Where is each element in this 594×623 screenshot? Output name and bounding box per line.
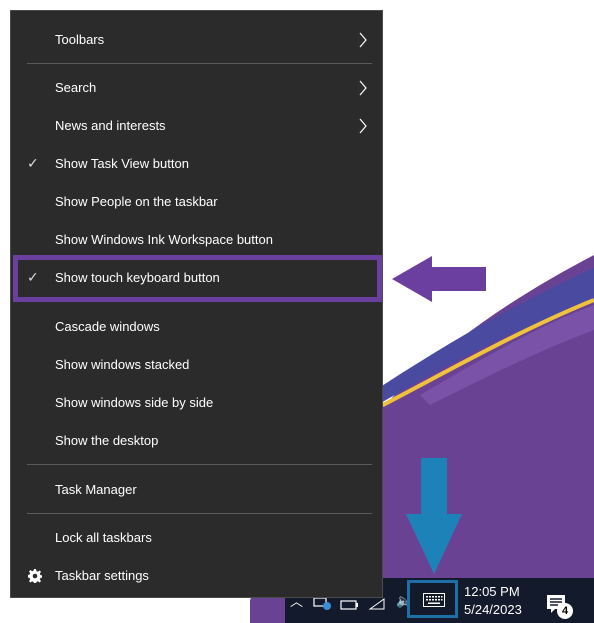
menu-item-lock-all-taskbars[interactable]: Lock all taskbars (11, 519, 382, 557)
menu-item-label: Show windows side by side (55, 395, 214, 410)
wifi-icon[interactable] (368, 597, 386, 611)
menu-item-show-people-on-the-taskbar[interactable]: Show People on the taskbar (11, 183, 382, 221)
menu-item-label: Search (55, 80, 97, 95)
menu-item-task-manager[interactable]: Task Manager (11, 471, 382, 509)
checkmark-icon: ✓ (27, 156, 39, 172)
menu-item-label: Toolbars (55, 32, 105, 47)
menu-item-label: Cascade windows (55, 319, 160, 334)
menu-item-label: Lock all taskbars (55, 530, 152, 545)
menu-item-label: Show Windows Ink Workspace button (55, 232, 273, 247)
menu-item-toolbars[interactable]: Toolbars (11, 21, 382, 59)
menu-item-label: Task Manager (55, 482, 137, 497)
menu-item-cascade-windows[interactable]: Cascade windows (11, 308, 382, 346)
menu-item-label: Show People on the taskbar (55, 194, 218, 209)
menu-item-taskbar-settings[interactable]: Taskbar settings (11, 557, 382, 595)
menu-item-show-the-desktop[interactable]: Show the desktop (11, 422, 382, 460)
menu-item-show-task-view-button[interactable]: ✓ Show Task View button (11, 145, 382, 183)
highlight-box (13, 255, 382, 302)
menu-item-search[interactable]: Search (11, 69, 382, 107)
clock-date: 5/24/2023 (464, 602, 522, 617)
chevron-right-icon (359, 32, 367, 48)
notification-count-badge: 4 (557, 603, 573, 619)
menu-separator (27, 464, 372, 465)
arrow-left-icon (392, 256, 486, 302)
taskbar-context-menu: Toolbars Search News and interests ✓ Show Ta… (10, 10, 383, 598)
menu-separator (27, 63, 372, 64)
screenshot-root: ︿ 🔈 12:05 PM 5/24/2023 4 Toolbars Search… (0, 0, 594, 623)
touch-keyboard-button[interactable] (407, 580, 458, 618)
menu-item-label: Show the desktop (55, 433, 159, 448)
gear-icon (28, 569, 42, 583)
menu-item-show-windows-ink-workspace-button[interactable]: Show Windows Ink Workspace button (11, 221, 382, 259)
menu-item-show-windows-side-by-side[interactable]: Show windows side by side (11, 384, 382, 422)
menu-item-label: Show windows stacked (55, 357, 190, 372)
clock-time: 12:05 PM (464, 584, 520, 599)
taskbar-clock[interactable]: 12:05 PM 5/24/2023 (464, 583, 534, 619)
menu-item-label: Show Task View button (55, 156, 189, 171)
arrow-down-icon (406, 458, 462, 574)
touch-keyboard-icon (423, 593, 445, 607)
menu-separator (27, 513, 372, 514)
chevron-right-icon (359, 80, 367, 96)
battery-icon[interactable] (340, 598, 360, 612)
menu-item-show-windows-stacked[interactable]: Show windows stacked (11, 346, 382, 384)
menu-item-label: News and interests (55, 118, 166, 133)
menu-item-news-and-interests[interactable]: News and interests (11, 107, 382, 145)
chevron-right-icon (359, 118, 367, 134)
menu-item-label: Taskbar settings (55, 568, 149, 583)
